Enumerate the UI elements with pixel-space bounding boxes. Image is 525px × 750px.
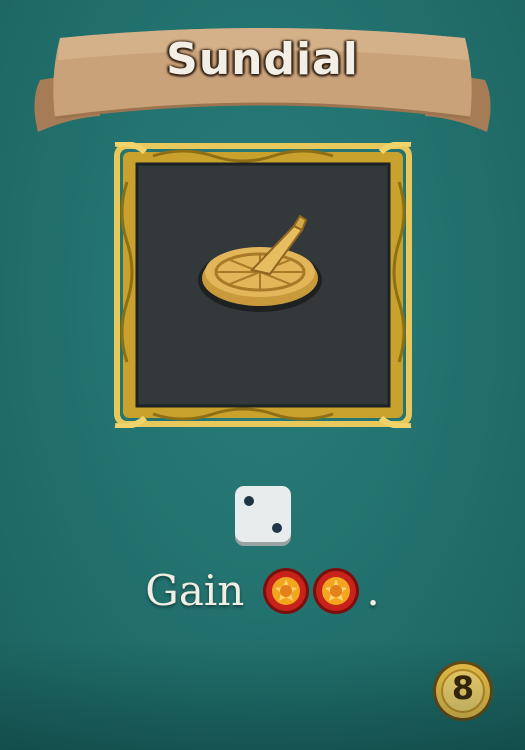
effect-punctuation: . (366, 566, 380, 615)
coin-icon (313, 567, 360, 614)
coin-icon (263, 567, 310, 614)
effect-word: Gain (145, 566, 245, 615)
cost-value: 8 (451, 669, 475, 707)
card-effect: Gain . (0, 566, 525, 615)
card-title: Sundial (166, 34, 359, 85)
die-icon (235, 486, 291, 546)
sundial-icon (198, 214, 322, 312)
cost-badge: 8 (432, 660, 494, 722)
card: Sundial Gain . 8 (0, 0, 525, 750)
